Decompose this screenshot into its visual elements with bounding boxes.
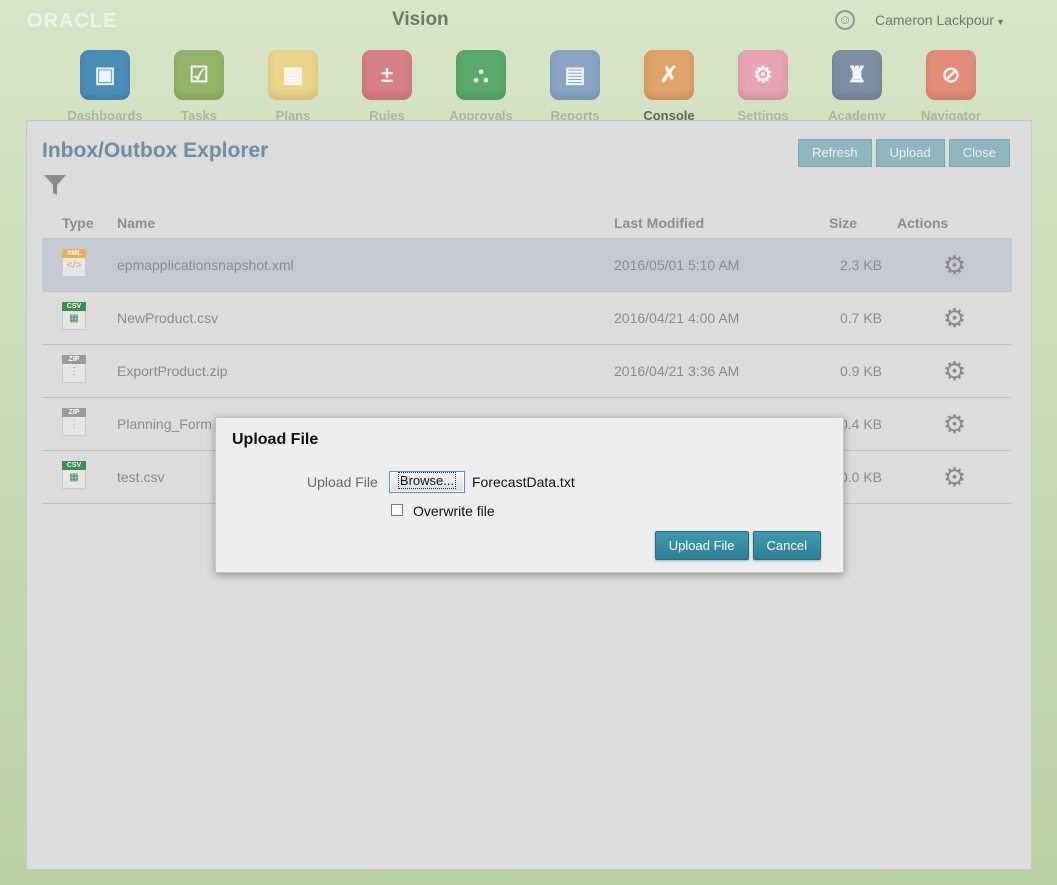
- csv-file-icon: CSV ▦: [62, 302, 86, 330]
- upload-file-label: Upload File: [307, 474, 378, 490]
- last-modified: 2016/04/21 4:00 AM: [614, 290, 794, 344]
- approvals-icon: ⛬: [456, 50, 506, 100]
- table-row[interactable]: XML </> epmapplicationsnapshot.xml 2016/…: [42, 237, 1012, 291]
- column-header-modified[interactable]: Last Modified: [614, 208, 794, 238]
- nav-tasks[interactable]: ☑ Tasks: [152, 50, 246, 123]
- cancel-button[interactable]: Cancel: [752, 531, 821, 560]
- dashboard-icon: ▣: [80, 50, 130, 100]
- file-size: 2.3 KB: [794, 237, 897, 291]
- overwrite-label[interactable]: Overwrite file: [413, 503, 495, 519]
- browse-button-label: Browse...: [397, 472, 457, 489]
- plans-icon: ▦: [268, 50, 318, 100]
- gear-icon[interactable]: ⚙: [943, 462, 966, 492]
- upload-file-dialog: Upload File Upload File Browse... Foreca…: [215, 417, 844, 573]
- page-title: Inbox/Outbox Explorer: [42, 139, 269, 162]
- nav-settings[interactable]: ⚙ Settings: [716, 50, 810, 123]
- xml-file-icon: XML </>: [62, 249, 86, 277]
- column-header-actions: Actions: [897, 214, 949, 231]
- nav-rules[interactable]: ± Rules: [340, 50, 434, 123]
- gear-icon[interactable]: ⚙: [943, 303, 966, 333]
- csv-file-icon: CSV ▦: [62, 461, 86, 489]
- overwrite-checkbox[interactable]: [391, 504, 403, 516]
- gear-icon[interactable]: ⚙: [943, 250, 966, 280]
- nav-console[interactable]: ✗ Console: [622, 50, 716, 123]
- nav-dashboards[interactable]: ▣ Dashboards: [58, 50, 152, 123]
- file-size: 0.9 KB: [794, 343, 897, 397]
- nav-reports[interactable]: ▤ Reports: [528, 50, 622, 123]
- table-row[interactable]: CSV ▦ NewProduct.csv 2016/04/21 4:00 AM …: [42, 290, 1012, 344]
- table-row[interactable]: ZIP ⋮ ExportProduct.zip 2016/04/21 3:36 …: [42, 343, 1012, 397]
- academy-icon: ♜: [832, 50, 882, 100]
- zip-file-icon: ZIP ⋮: [62, 408, 86, 436]
- gear-icon[interactable]: ⚙: [943, 356, 966, 386]
- column-header-name[interactable]: Name: [117, 208, 614, 238]
- dialog-title: Upload File: [232, 431, 319, 448]
- filter-icon[interactable]: [43, 173, 67, 197]
- rules-icon: ±: [362, 50, 412, 100]
- file-name: epmapplicationsnapshot.xml: [117, 237, 614, 291]
- last-modified: 2016/05/01 5:10 AM: [614, 237, 794, 291]
- file-name: NewProduct.csv: [117, 290, 614, 344]
- close-button[interactable]: Close: [948, 139, 1010, 167]
- last-modified: 2016/04/21 3:36 AM: [614, 343, 794, 397]
- browse-button[interactable]: Browse...: [389, 471, 465, 493]
- console-icon: ✗: [644, 50, 694, 100]
- gear-icon[interactable]: ⚙: [943, 409, 966, 439]
- settings-icon: ⚙: [738, 50, 788, 100]
- navigator-icon: ⊘: [926, 50, 976, 100]
- chevron-down-icon: ▼: [996, 17, 1005, 27]
- column-header-size[interactable]: Size: [794, 208, 897, 238]
- accessibility-icon[interactable]: ☺: [835, 10, 855, 30]
- zip-file-icon: ZIP ⋮: [62, 355, 86, 383]
- user-name: Cameron Lackpour: [875, 12, 995, 28]
- upload-file-button[interactable]: Upload File: [654, 531, 749, 560]
- reports-icon: ▤: [550, 50, 600, 100]
- nav-academy[interactable]: ♜ Academy: [810, 50, 904, 123]
- toolbar: Refresh Upload Close: [798, 139, 1010, 167]
- refresh-button[interactable]: Refresh: [798, 139, 872, 167]
- tasks-icon: ☑: [174, 50, 224, 100]
- file-size: 0.7 KB: [794, 290, 897, 344]
- upload-button[interactable]: Upload: [875, 139, 945, 167]
- column-header-type[interactable]: Type: [42, 208, 117, 238]
- user-menu[interactable]: Cameron Lackpour ▼: [875, 12, 1005, 28]
- nav-approvals[interactable]: ⛬ Approvals: [434, 50, 528, 123]
- nav-cards: ▣ Dashboards ☑ Tasks ▦ Plans ± Rules ⛬ A…: [0, 50, 1057, 123]
- file-name: ExportProduct.zip: [117, 343, 614, 397]
- dialog-actions: Upload File Cancel: [654, 531, 821, 560]
- table-header: Type Name Last Modified Size Actions: [42, 208, 1012, 238]
- app-title: Vision: [392, 9, 449, 30]
- top-bar: ORACLE Vision ☺ Cameron Lackpour ▼ ▣ Dash…: [0, 0, 1057, 123]
- nav-navigator[interactable]: ⊘ Navigator: [904, 50, 998, 123]
- oracle-logo: ORACLE: [27, 10, 118, 32]
- selected-file-name: ForecastData.txt: [472, 474, 575, 490]
- nav-plans[interactable]: ▦ Plans: [246, 50, 340, 123]
